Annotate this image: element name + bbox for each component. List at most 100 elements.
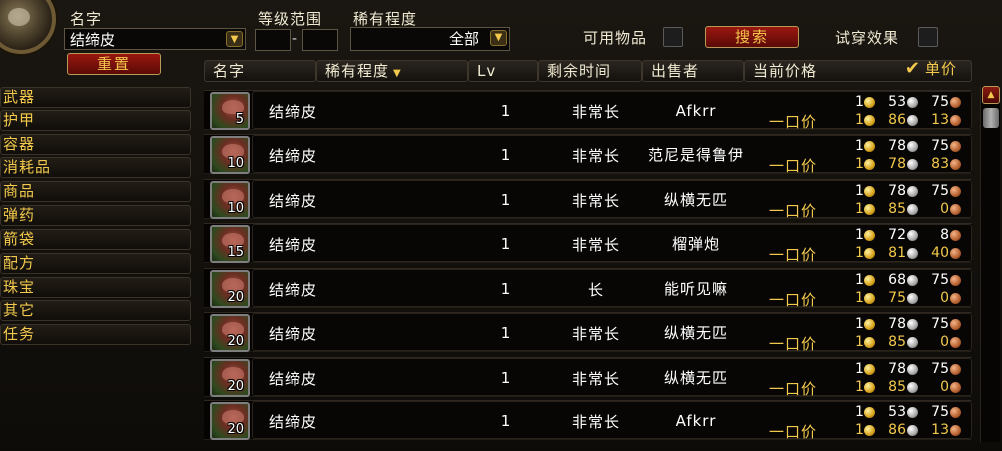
gold-amount: 1 <box>855 361 864 377</box>
copper-amount: 75 <box>931 316 949 332</box>
gold-amount: 1 <box>855 138 864 154</box>
silver-amount: 86 <box>888 112 906 128</box>
auction-row[interactable]: 20 结缔皮 1 非常长 纵横无匹 一口价 1 78 75 1 85 0 <box>204 312 972 353</box>
category-weapon[interactable]: 武器 <box>0 87 191 108</box>
name-search-input[interactable]: 结缔皮 ▼ <box>64 28 246 50</box>
copper-amount: 8 <box>940 227 949 243</box>
item-leather-icon[interactable]: 20 <box>210 270 250 308</box>
time-left: 非常长 <box>571 324 620 343</box>
auction-row[interactable]: 15 结缔皮 1 非常长 榴弹炮 一口价 1 72 8 1 81 40 <box>204 223 972 264</box>
copper-amount: 83 <box>931 156 949 172</box>
gold-coin-icon <box>864 381 875 393</box>
item-level: 1 <box>500 324 512 342</box>
scroll-up-icon[interactable]: ▲ <box>982 86 1000 104</box>
reset-button[interactable]: 重置 <box>67 53 161 75</box>
buyout-price: 1 86 13 <box>855 112 964 128</box>
item-leather-icon[interactable]: 5 <box>210 92 250 130</box>
dropdown-arrow-icon[interactable]: ▼ <box>226 31 243 47</box>
column-header-rarity[interactable]: 稀有程度 ▼ <box>316 60 468 82</box>
gold-coin-icon <box>864 424 875 436</box>
silver-amount: 68 <box>888 272 906 288</box>
seller-name: 榴弹炮 <box>671 234 720 253</box>
category-trade-goods[interactable]: 商品 <box>0 181 191 202</box>
item-leather-icon[interactable]: 10 <box>210 181 250 219</box>
item-level: 1 <box>500 280 512 298</box>
try-on-checkbox[interactable] <box>918 27 938 47</box>
item-level: 1 <box>500 146 512 164</box>
item-leather-icon[interactable]: 20 <box>210 359 250 397</box>
category-misc[interactable]: 其它 <box>0 300 191 321</box>
usable-items-checkbox[interactable] <box>663 27 683 47</box>
silver-amount: 85 <box>888 334 906 350</box>
portrait-icon <box>0 0 56 54</box>
stack-count: 20 <box>227 379 244 394</box>
item-leather-icon[interactable]: 15 <box>210 225 250 263</box>
silver-amount: 72 <box>888 227 906 243</box>
auction-row[interactable]: 20 结缔皮 1 非常长 纵横无匹 一口价 1 78 75 1 85 0 <box>204 357 972 398</box>
copper-coin-icon <box>950 229 961 241</box>
dropdown-arrow-icon[interactable]: ▼ <box>490 30 507 46</box>
unit-price-label: 单价 <box>924 60 957 78</box>
category-consumable[interactable]: 消耗品 <box>0 157 191 178</box>
category-container[interactable]: 容器 <box>0 134 191 155</box>
silver-coin-icon <box>907 114 918 126</box>
gold-amount: 1 <box>855 245 864 261</box>
category-quest[interactable]: 任务 <box>0 324 191 345</box>
column-header-seller[interactable]: 出售者 <box>642 60 744 82</box>
column-header-current-price[interactable]: 当前价格 ✔ 单价 <box>744 58 972 82</box>
category-label: 箭袋 <box>3 230 36 248</box>
auction-row[interactable]: 5 结缔皮 1 非常长 Afkrr 一口价 1 53 75 1 86 13 <box>204 90 972 131</box>
gold-coin-icon <box>864 96 875 108</box>
rarity-dropdown[interactable]: 全部 ▼ <box>350 27 510 51</box>
category-recipe[interactable]: 配方 <box>0 253 191 274</box>
copper-amount: 0 <box>940 290 949 306</box>
copper-amount: 40 <box>931 245 949 261</box>
gold-amount: 1 <box>855 334 864 350</box>
seller-name: 能听见嘛 <box>663 279 728 298</box>
item-leather-icon[interactable]: 10 <box>210 136 250 174</box>
silver-coin-icon <box>907 203 918 215</box>
name-label: 名字 <box>70 10 103 28</box>
time-left: 非常长 <box>571 102 620 121</box>
gold-coin-icon <box>864 229 875 241</box>
copper-amount: 75 <box>931 94 949 110</box>
silver-amount: 78 <box>888 361 906 377</box>
item-leather-icon[interactable]: 20 <box>210 314 250 352</box>
copper-coin-icon <box>950 158 961 170</box>
scrollbar-track[interactable] <box>980 86 1000 442</box>
rarity-dropdown-value: 全部 <box>448 30 479 48</box>
category-gem[interactable]: 珠宝 <box>0 277 191 298</box>
gold-coin-icon <box>864 140 875 152</box>
bid-price: 1 78 75 <box>855 183 964 199</box>
search-button[interactable]: 搜索 <box>705 26 799 48</box>
scrollbar-thumb[interactable] <box>983 108 999 128</box>
column-header-time-left[interactable]: 剩余时间 <box>538 60 642 82</box>
buyout-price: 1 85 0 <box>855 379 964 395</box>
item-level: 1 <box>500 191 512 209</box>
column-header-name[interactable]: 名字 <box>204 60 316 82</box>
buyout-price: 1 78 83 <box>855 156 964 172</box>
copper-amount: 75 <box>931 183 949 199</box>
silver-amount: 78 <box>888 156 906 172</box>
silver-coin-icon <box>907 406 918 418</box>
category-quiver[interactable]: 箭袋 <box>0 229 191 250</box>
auction-row[interactable]: 20 结缔皮 1 非常长 Afkrr 一口价 1 53 75 1 86 13 <box>204 400 972 441</box>
usable-items-label: 可用物品 <box>583 29 648 47</box>
column-header-lv[interactable]: Lv <box>468 60 538 82</box>
auction-row[interactable]: 20 结缔皮 1 长能听见嘛 一口价 1 68 75 1 75 0 <box>204 268 972 309</box>
copper-amount: 13 <box>931 422 949 438</box>
level-dash: - <box>292 31 298 47</box>
copper-coin-icon <box>950 424 961 436</box>
column-header-name-label: 名字 <box>213 62 246 80</box>
gold-coin-icon <box>864 158 875 170</box>
checkmark-icon[interactable]: ✔ <box>905 58 921 79</box>
category-armor[interactable]: 护甲 <box>0 110 191 131</box>
level-min-input[interactable] <box>255 29 291 51</box>
item-leather-icon[interactable]: 20 <box>210 402 250 440</box>
auction-row[interactable]: 10 结缔皮 1 非常长 纵横无匹 一口价 1 78 75 1 85 0 <box>204 179 972 220</box>
item-level: 1 <box>500 235 512 253</box>
level-max-input[interactable] <box>302 29 338 51</box>
buyout-price: 1 81 40 <box>855 245 964 261</box>
category-ammo[interactable]: 弹药 <box>0 205 191 226</box>
auction-row[interactable]: 10 结缔皮 1 非常长 范尼是得鲁伊 一口价 1 78 75 1 78 83 <box>204 134 972 175</box>
